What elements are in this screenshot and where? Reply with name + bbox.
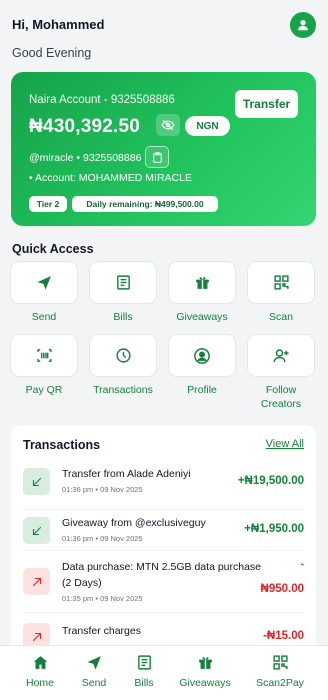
qr-scan-icon	[272, 655, 288, 670]
bills-icon	[137, 655, 151, 670]
quick-action-pay-qr[interactable]: Pay QR	[11, 335, 77, 397]
quick-action-follow-creators[interactable]: Follow Creators	[248, 335, 314, 411]
nav-label: Bills	[134, 677, 154, 689]
transaction-title: Transfer from Alade Adeniyi	[62, 468, 191, 480]
copy-account-button[interactable]	[145, 146, 169, 168]
quick-action-label: Send	[31, 311, 57, 323]
nav-label: Home	[25, 677, 54, 689]
transaction-title: Data purchase: MTN 2.5GB data purchase (…	[62, 561, 262, 589]
balance-amount: ₦430,392.50	[29, 116, 141, 137]
transaction-date: 01:36 pm • 09 Nov 2025	[62, 485, 143, 494]
quick-action-transactions[interactable]: Transactions	[90, 335, 156, 397]
currency-badge[interactable]: NGN	[185, 116, 230, 136]
add-user-icon	[273, 348, 289, 362]
send-icon	[36, 276, 51, 290]
quick-action-giveaways[interactable]: Giveaways	[169, 262, 235, 324]
header: Hi, Mohammed Good Evening	[12, 12, 316, 64]
transaction-date: 01:36 pm • 09 Nov 2025	[62, 534, 143, 543]
transaction-row[interactable]: Transfer from Alade Adeniyi 01:36 pm • 0…	[23, 461, 304, 510]
quick-action-label: Bills	[113, 311, 133, 323]
nav-giveaways[interactable]: Giveaways	[175, 654, 235, 689]
clipboard-icon	[152, 151, 162, 163]
bills-icon	[116, 275, 130, 290]
nav-bills[interactable]: Bills	[114, 654, 174, 689]
quick-access-title: Quick Access	[12, 242, 94, 256]
quick-action-send[interactable]: Send	[11, 262, 77, 324]
history-icon	[115, 348, 131, 363]
transfer-button[interactable]: Transfer	[235, 90, 298, 118]
transaction-row[interactable]: Giveaway from @exclusiveguy 01:36 pm • 0…	[23, 510, 304, 551]
nav-scan2pay[interactable]: Scan2Pay	[250, 654, 310, 689]
account-card: Naira Account - 9325508886 ₦430,392.50 N…	[11, 72, 316, 226]
app-screen: Hi, Mohammed Good Evening Naira Account …	[0, 0, 328, 700]
quick-action-label: Giveaways	[176, 311, 228, 323]
nav-home[interactable]: Home	[10, 654, 70, 689]
transaction-amount-sign: -	[300, 559, 304, 570]
qr-scan-icon	[273, 275, 289, 290]
greeting: Hi, Mohammed	[12, 17, 105, 32]
quick-action-label: Profile	[187, 384, 217, 396]
quick-action-bills[interactable]: Bills	[90, 262, 156, 324]
hide-balance-button[interactable]	[156, 114, 180, 136]
transaction-amount: +₦1,950.00	[244, 523, 304, 535]
quick-action-scan[interactable]: Scan	[248, 262, 314, 324]
quick-action-profile[interactable]: Profile	[169, 335, 235, 397]
nav-label: Scan2Pay	[256, 677, 304, 689]
transaction-amount: +₦19,500.00	[237, 475, 304, 487]
transactions-title: Transactions	[23, 438, 101, 452]
quick-action-label: Pay QR	[25, 384, 63, 396]
bottom-nav: Home Send Bills Giveaways Scan2Pay	[0, 645, 328, 700]
account-handle: @miracle • 9325508886	[29, 152, 142, 164]
gift-icon	[195, 277, 209, 289]
daily-limit-badge: Daily remaining: ₦499,500.00	[72, 196, 218, 212]
account-label: Naira Account - 9325508886	[29, 94, 175, 106]
barcode-icon	[36, 349, 52, 362]
home-icon	[33, 656, 47, 669]
nav-label: Giveaways	[179, 677, 231, 689]
transaction-amount: -₦15.00	[263, 630, 304, 642]
profile-icon	[194, 347, 210, 364]
view-all-link[interactable]: View All	[266, 438, 304, 450]
gift-icon	[198, 657, 212, 669]
nav-label: Send	[81, 677, 107, 689]
transaction-amount: ₦950.00	[260, 583, 304, 595]
transaction-row[interactable]: Data purchase: MTN 2.5GB data purchase (…	[23, 551, 304, 613]
transaction-title: Giveaway from @exclusiveguy	[62, 517, 206, 529]
account-owner: • Account: MOHAMMED MIRACLE	[29, 172, 192, 184]
incoming-icon	[23, 517, 50, 544]
transaction-title: Transfer charges	[62, 625, 141, 637]
user-icon	[298, 20, 308, 31]
quick-action-label: Transactions	[93, 384, 153, 396]
tier-badge: Tier 2	[29, 196, 67, 212]
eye-off-icon	[161, 119, 175, 131]
quick-action-label: Scan	[269, 311, 293, 323]
incoming-icon	[23, 468, 50, 495]
avatar[interactable]	[290, 12, 316, 38]
outgoing-icon	[23, 568, 50, 595]
quick-action-label: Follow Creators	[260, 384, 302, 410]
greeting-subtitle: Good Evening	[12, 46, 92, 60]
transaction-date: 01:35 pm • 09 Nov 2025	[62, 594, 143, 603]
send-icon	[86, 656, 101, 670]
